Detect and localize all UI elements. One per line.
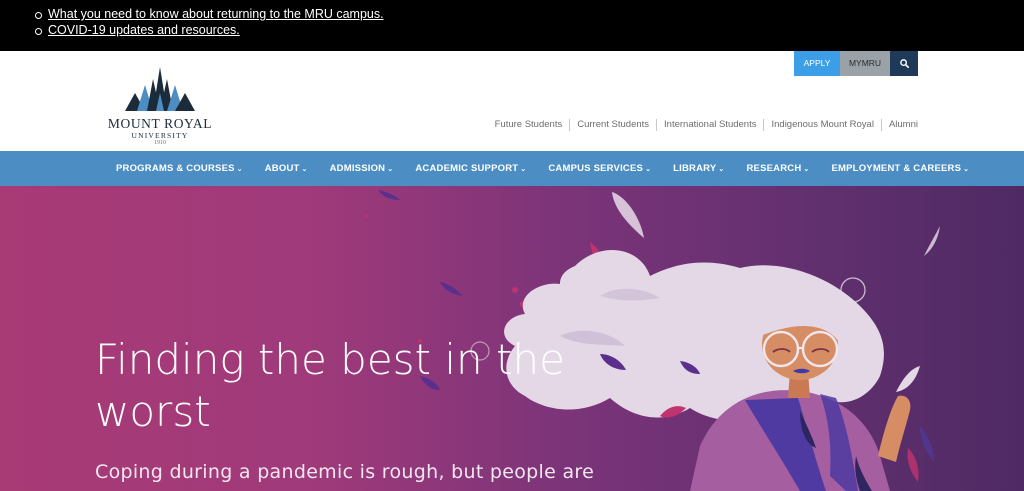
chevron-down-icon: ⌄ [718,166,725,173]
nav-item-library[interactable]: LIBRARY ⌄ [673,163,724,174]
alert-bar: What you need to know about returning to… [0,0,1024,51]
chevron-down-icon: ⌄ [301,166,308,173]
nav-item-label: ACADEMIC SUPPORT [415,163,519,174]
nav-item-employment-careers[interactable]: EMPLOYMENT & CAREERS ⌄ [832,163,970,174]
nav-item-about[interactable]: ABOUT ⌄ [265,163,308,174]
link-international-students[interactable]: International Students [656,119,763,131]
utility-bar: APPLY MYMRU [794,51,918,76]
nav-item-academic-support[interactable]: ACADEMIC SUPPORT ⌄ [415,163,526,174]
nav-item-research[interactable]: RESEARCH ⌄ [747,163,810,174]
chevron-down-icon: ⌄ [236,166,243,173]
alert-link-covid[interactable]: COVID-19 updates and resources. [48,23,240,37]
logo-mark-icon [125,67,195,111]
search-icon [899,59,909,69]
mymru-button[interactable]: MYMRU [840,51,890,76]
alert-item: What you need to know about returning to… [35,6,384,22]
logo-name: MOUNT ROYAL [107,116,213,131]
nav-item-programs-courses[interactable]: PROGRAMS & COURSES ⌄ [116,163,243,174]
chevron-down-icon: ⌄ [645,166,652,173]
chevron-down-icon: ⌄ [387,166,394,173]
nav-item-label: CAMPUS SERVICES [548,163,644,174]
chevron-down-icon: ⌄ [963,166,970,173]
alert-link-returning[interactable]: What you need to know about returning to… [48,7,384,21]
link-indigenous-mount-royal[interactable]: Indigenous Mount Royal [763,119,880,131]
logo-subtitle: UNIVERSITY [131,131,189,140]
logo-year: 1910 [154,140,166,146]
chevron-down-icon: ⌄ [803,166,810,173]
main-nav: PROGRAMS & COURSES ⌄ ABOUT ⌄ ADMISSION ⌄ AC… [0,151,1024,186]
link-current-students[interactable]: Current Students [569,119,656,131]
site-header: MOUNT ROYAL UNIVERSITY 1910 APPLY MYMRU … [0,51,1024,151]
nav-item-label: ADMISSION [329,163,386,174]
hero-subtitle: Coping during a pandemic is rough, but p… [95,461,595,483]
chevron-down-icon: ⌄ [520,166,527,173]
nav-item-label: EMPLOYMENT & CAREERS [831,163,962,174]
apply-button[interactable]: APPLY [794,51,840,76]
search-button[interactable] [890,51,918,76]
audience-links: Future Students Current Students Interna… [488,119,918,131]
alert-list: What you need to know about returning to… [35,6,384,38]
mru-logo[interactable]: MOUNT ROYAL UNIVERSITY 1910 [104,63,216,146]
nav-item-label: ABOUT [264,163,300,174]
nav-item-label: LIBRARY [673,163,717,174]
nav-item-campus-services[interactable]: CAMPUS SERVICES ⌄ [548,163,651,174]
link-alumni[interactable]: Alumni [880,119,918,131]
hero-title[interactable]: Finding the best in the worst [95,334,615,438]
nav-item-admission[interactable]: ADMISSION ⌄ [330,163,394,174]
nav-item-label: RESEARCH [746,163,802,174]
link-future-students[interactable]: Future Students [488,119,570,131]
hero-banner[interactable]: Finding the best in the worst Coping dur… [0,186,1024,491]
alert-item: COVID-19 updates and resources. [35,22,384,38]
nav-item-label: PROGRAMS & COURSES [116,163,235,174]
